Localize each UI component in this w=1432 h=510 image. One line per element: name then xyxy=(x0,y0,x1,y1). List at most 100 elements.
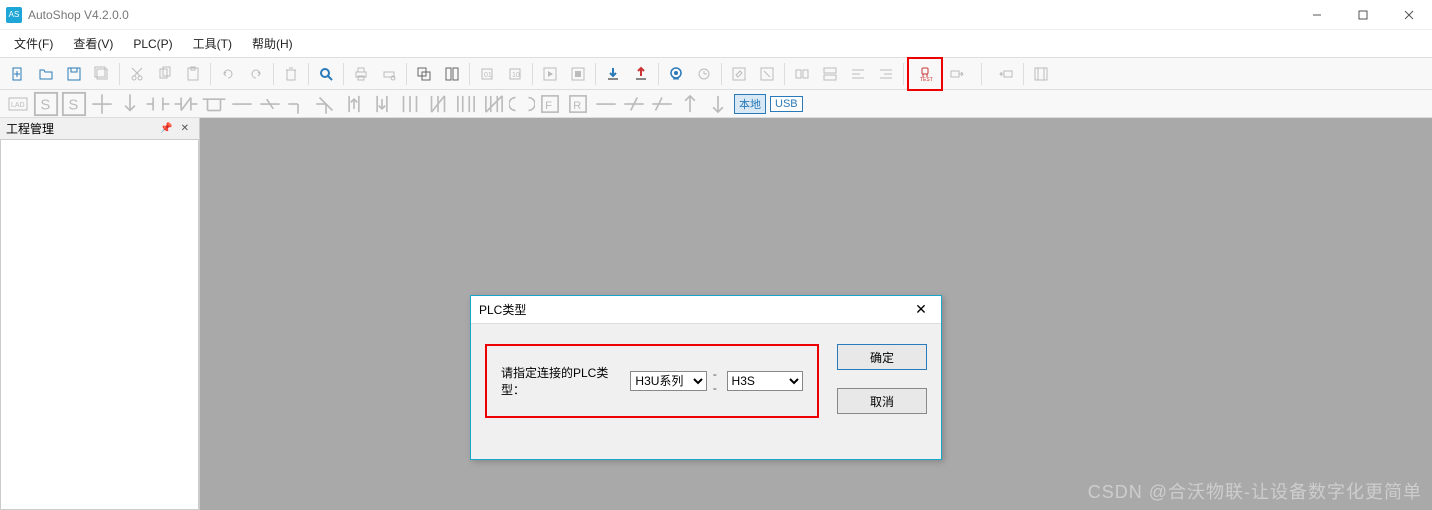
menu-file[interactable]: 文件(F) xyxy=(4,31,63,56)
wire-h-del-icon[interactable] xyxy=(257,92,283,116)
ladder1-icon[interactable] xyxy=(789,61,815,87)
contact-pb2-icon[interactable] xyxy=(453,92,479,116)
save-all-icon[interactable] xyxy=(89,61,115,87)
stop-icon[interactable] xyxy=(565,61,591,87)
print-icon[interactable] xyxy=(348,61,374,87)
window-cascade-icon[interactable] xyxy=(411,61,437,87)
rise-icon[interactable] xyxy=(677,92,703,116)
plc-model-select[interactable]: H3S xyxy=(727,371,803,391)
contact-pb-icon[interactable] xyxy=(397,92,423,116)
reset-icon[interactable]: R xyxy=(565,92,591,116)
wire-tool-icon[interactable] xyxy=(593,92,619,116)
window-title: AutoShop V4.2.0.0 xyxy=(28,8,129,22)
project-tree xyxy=(0,140,199,510)
menu-view[interactable]: 查看(V) xyxy=(63,31,123,56)
svg-text:R: R xyxy=(573,99,581,111)
plc-type-field-highlight: 请指定连接的PLC类型： H3U系列 -- H3S xyxy=(485,344,819,418)
down-arrow-icon[interactable] xyxy=(117,92,143,116)
main-toolbar: 01 10 TEST xyxy=(0,58,1432,90)
cut-icon[interactable] xyxy=(124,61,150,87)
ok-button[interactable]: 确定 xyxy=(837,344,927,370)
save-icon[interactable] xyxy=(61,61,87,87)
separator-dash: -- xyxy=(713,367,721,395)
search-icon[interactable] xyxy=(313,61,339,87)
svg-text:S: S xyxy=(40,97,50,113)
wire-corner-del-icon[interactable] xyxy=(313,92,339,116)
cancel-button[interactable]: 取消 xyxy=(837,388,927,414)
menu-help[interactable]: 帮助(H) xyxy=(242,31,303,56)
dialog-close-icon[interactable]: ✕ xyxy=(909,298,933,322)
lad-icon[interactable]: LAD xyxy=(5,92,31,116)
pin-icon[interactable]: 📌 xyxy=(160,123,172,134)
app-icon: AS xyxy=(6,7,22,23)
svg-text:S: S xyxy=(68,97,78,113)
usb-tag[interactable]: USB xyxy=(770,96,803,112)
hline-icon[interactable] xyxy=(89,92,115,116)
open-folder-icon[interactable] xyxy=(33,61,59,87)
s-box2-icon[interactable]: S xyxy=(61,92,87,116)
new-file-icon[interactable] xyxy=(5,61,31,87)
ladder-toolbar: LAD S S F R 本地 USB xyxy=(0,90,1432,118)
print-preview-icon[interactable] xyxy=(376,61,402,87)
panel-close-icon[interactable]: ✕ xyxy=(181,123,189,134)
minimize-button[interactable] xyxy=(1294,0,1340,30)
menu-plc[interactable]: PLC(P) xyxy=(123,33,182,55)
help-doc-icon[interactable] xyxy=(1028,61,1054,87)
menu-bar: 文件(F) 查看(V) PLC(P) 工具(T) 帮助(H) xyxy=(0,30,1432,58)
redo-icon[interactable] xyxy=(243,61,269,87)
connect-icon[interactable] xyxy=(944,61,970,87)
dialog-title-text: PLC类型 xyxy=(479,301,526,318)
project-panel: 工程管理 📌 ✕ xyxy=(0,118,200,510)
copy-icon[interactable] xyxy=(152,61,178,87)
align1-icon[interactable] xyxy=(845,61,871,87)
undo-icon[interactable] xyxy=(215,61,241,87)
panel-header: 工程管理 📌 ✕ xyxy=(0,118,199,140)
align2-icon[interactable] xyxy=(873,61,899,87)
svg-text:10: 10 xyxy=(512,72,520,79)
edit-mode2-icon[interactable] xyxy=(754,61,780,87)
maximize-button[interactable] xyxy=(1340,0,1386,30)
dialog-titlebar: PLC类型 ✕ xyxy=(471,296,941,324)
menu-tools[interactable]: 工具(T) xyxy=(183,31,242,56)
contact-nb2-icon[interactable] xyxy=(481,92,507,116)
fall-icon[interactable] xyxy=(705,92,731,116)
run-icon[interactable] xyxy=(537,61,563,87)
contact-nc-icon[interactable] xyxy=(173,92,199,116)
time-icon[interactable] xyxy=(691,61,717,87)
wire-corner-icon[interactable] xyxy=(285,92,311,116)
local-tag[interactable]: 本地 xyxy=(734,94,766,114)
contact-nb-icon[interactable] xyxy=(425,92,451,116)
contact-no-icon[interactable] xyxy=(145,92,171,116)
compile-all-icon[interactable]: 10 xyxy=(502,61,528,87)
coil-icon[interactable] xyxy=(509,92,535,116)
ladder2-icon[interactable] xyxy=(817,61,843,87)
test-connection-icon[interactable]: TEST xyxy=(912,61,938,87)
window-tile-icon[interactable] xyxy=(439,61,465,87)
plc-type-label: 请指定连接的PLC类型： xyxy=(501,364,626,398)
contact-p-icon[interactable] xyxy=(341,92,367,116)
close-button[interactable] xyxy=(1386,0,1432,30)
svg-text:F: F xyxy=(545,99,552,111)
upload-icon[interactable] xyxy=(628,61,654,87)
panel-title: 工程管理 xyxy=(6,120,54,137)
s-box1-icon[interactable]: S xyxy=(33,92,59,116)
monitor-icon[interactable] xyxy=(663,61,689,87)
disconnect-icon[interactable] xyxy=(993,61,1019,87)
inv-icon[interactable] xyxy=(649,92,675,116)
contact-n-icon[interactable] xyxy=(369,92,395,116)
plc-series-select[interactable]: H3U系列 xyxy=(630,371,706,391)
plc-type-dialog: PLC类型 ✕ 请指定连接的PLC类型： H3U系列 -- H3S 确定 取消 xyxy=(470,295,942,460)
test-button-highlight: TEST xyxy=(907,57,943,91)
svg-text:01: 01 xyxy=(484,72,492,79)
svg-text:TEST: TEST xyxy=(920,77,933,82)
contact-branch-icon[interactable] xyxy=(201,92,227,116)
svg-text:LAD: LAD xyxy=(11,102,25,109)
delete-icon[interactable] xyxy=(278,61,304,87)
paste-icon[interactable] xyxy=(180,61,206,87)
compile-icon[interactable]: 01 xyxy=(474,61,500,87)
edit-mode-icon[interactable] xyxy=(726,61,752,87)
wire-h-icon[interactable] xyxy=(229,92,255,116)
func-block-icon[interactable]: F xyxy=(537,92,563,116)
not-icon[interactable] xyxy=(621,92,647,116)
download-icon[interactable] xyxy=(600,61,626,87)
